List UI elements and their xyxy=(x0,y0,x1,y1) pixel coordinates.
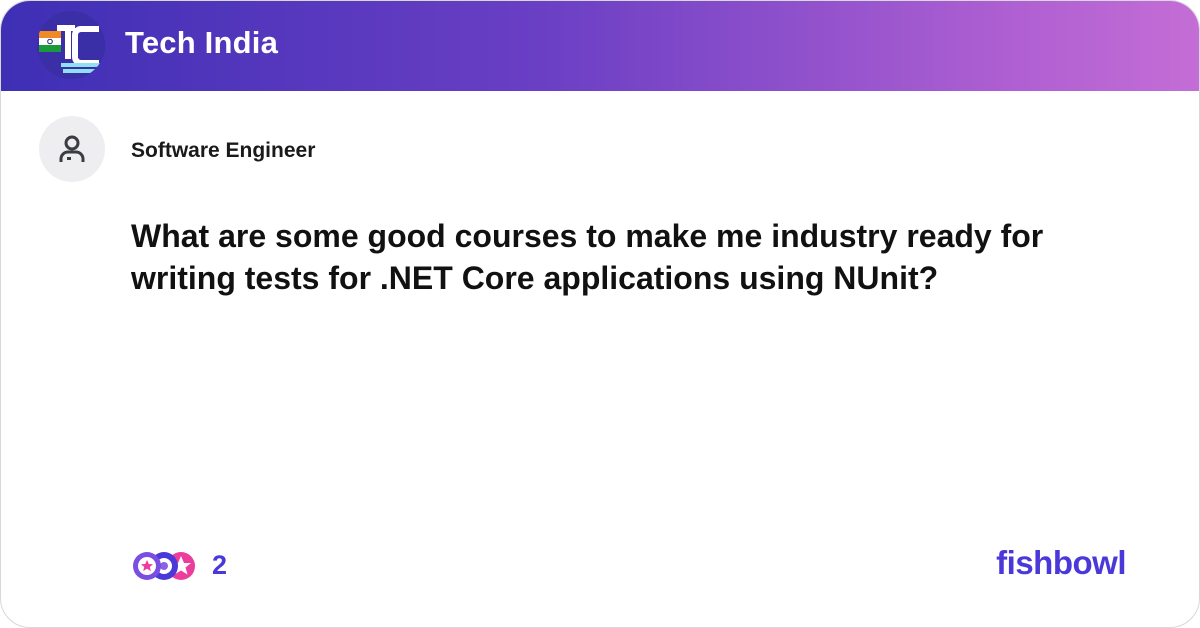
fishbowl-logo[interactable]: fishbowl xyxy=(996,544,1126,582)
post-question[interactable]: What are some good courses to make me in… xyxy=(131,215,1091,299)
reaction-count[interactable]: 2 xyxy=(212,550,227,581)
tech-india-logo-icon[interactable] xyxy=(37,11,105,79)
group-header: Tech India xyxy=(1,1,1199,91)
post-card: Tech India Software Engineer What are so… xyxy=(0,0,1200,628)
user-avatar-icon[interactable] xyxy=(39,116,105,182)
author-title: Software Engineer xyxy=(131,139,316,162)
group-name[interactable]: Tech India xyxy=(125,25,278,61)
reaction-stack-icon[interactable] xyxy=(131,549,199,583)
